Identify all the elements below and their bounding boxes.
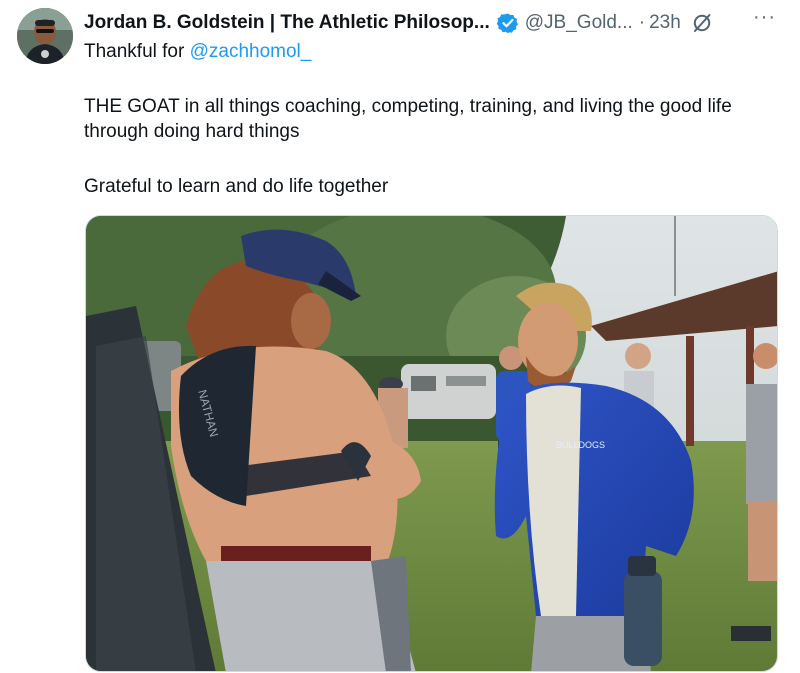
- avatar-image: [17, 8, 73, 64]
- author-name[interactable]: Jordan B. Goldstein | The Athletic Philo…: [84, 12, 490, 34]
- post-paragraph-2: Grateful to learn and do life together: [84, 176, 389, 197]
- more-options-icon[interactable]: ···: [753, 6, 776, 29]
- post-header: Jordan B. Goldstein | The Athletic Philo…: [84, 9, 784, 37]
- jacket-logo-text: BULLDOGS: [556, 440, 605, 450]
- post-photo[interactable]: BULLDOGS NATHAN: [85, 215, 778, 672]
- post-paragraph-1: THE GOAT in all things coaching, competi…: [84, 96, 732, 142]
- header-separator: ·: [638, 12, 646, 33]
- author-avatar[interactable]: [17, 8, 73, 64]
- verified-badge-icon: [496, 13, 518, 34]
- post-timestamp[interactable]: 23h: [649, 12, 681, 34]
- grok-icon[interactable]: [691, 12, 713, 34]
- post-intro: Thankful for @zachhomol_: [84, 39, 774, 64]
- author-handle[interactable]: @JB_Gold...: [525, 12, 633, 34]
- mention-link[interactable]: @zachhomol_: [190, 41, 312, 62]
- photo-illustration: BULLDOGS NATHAN: [86, 216, 777, 671]
- intro-text: Thankful for: [84, 41, 190, 62]
